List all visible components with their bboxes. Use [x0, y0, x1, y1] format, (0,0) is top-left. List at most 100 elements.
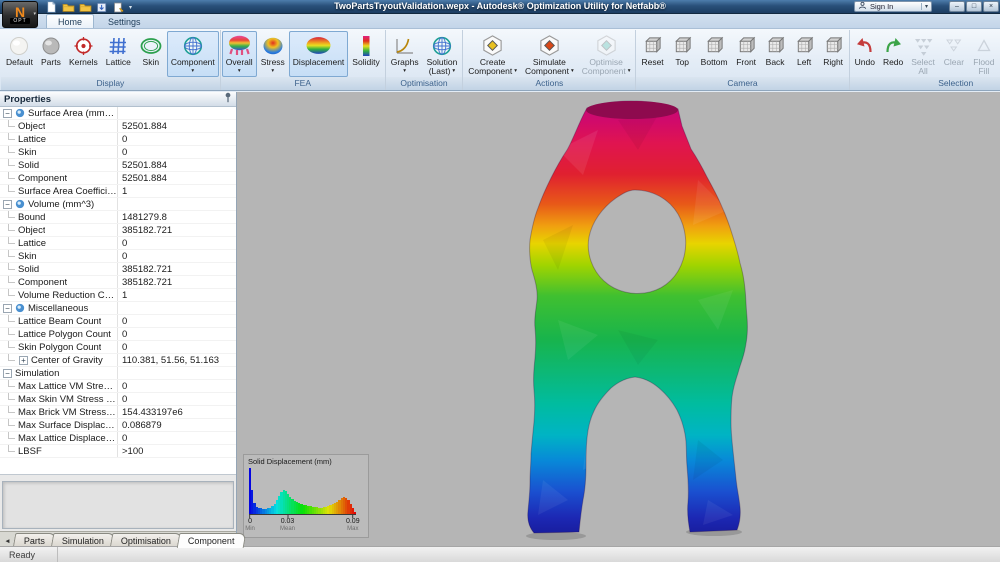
- report-tool-icon[interactable]: [112, 1, 126, 13]
- main-area: Properties − Surface Area (mm^2) Object 525…: [0, 92, 1000, 548]
- lattice-button[interactable]: Lattice: [102, 31, 135, 77]
- property-row-max-lattice-displacement[interactable]: Max Lattice Displacement... 0: [0, 432, 236, 445]
- left-button[interactable]: Left: [790, 31, 819, 77]
- bottom-button[interactable]: Bottom: [697, 31, 732, 77]
- minimize-button[interactable]: –: [949, 1, 965, 12]
- open-folder-2-icon[interactable]: [78, 1, 92, 13]
- dropdown-caret-icon: ▾: [403, 68, 407, 74]
- select-all-button[interactable]: Select All: [907, 31, 939, 77]
- property-row-max-surface-displacemen[interactable]: Max Surface Displacemen... 0.086879: [0, 419, 236, 432]
- properties-panel: Properties − Surface Area (mm^2) Object 525…: [0, 92, 251, 548]
- property-label: Surface Area (mm^2): [28, 107, 117, 119]
- globe-teal-icon: [431, 34, 453, 57]
- property-value: 52501.884: [122, 159, 167, 171]
- ribbon-group-actions: Create Component ▾ Simulate Component ▾ Optimi…: [463, 30, 637, 90]
- property-row-lbsf[interactable]: LBSF >100: [0, 445, 236, 458]
- pin-icon[interactable]: [224, 92, 232, 106]
- property-row-surface-area-mm-2[interactable]: − Surface Area (mm^2): [0, 107, 236, 120]
- create-component-button[interactable]: Create Component ▾: [464, 31, 521, 77]
- parts-button[interactable]: Parts: [37, 31, 65, 77]
- solution-last-button[interactable]: Solution (Last) ▾: [423, 31, 462, 77]
- panel-tab-component[interactable]: Component: [176, 533, 246, 548]
- clear-tri-icon: [943, 34, 965, 57]
- clear-button[interactable]: Clear: [939, 31, 969, 77]
- property-row-simulation[interactable]: − Simulation: [0, 367, 236, 380]
- property-row-max-skin-vm-stress-pa[interactable]: Max Skin VM Stress (Pa) 0: [0, 393, 236, 406]
- graphs-button[interactable]: Graphs ▾: [387, 31, 423, 77]
- property-value: 52501.884: [122, 120, 167, 132]
- property-row-lattice-beam-count[interactable]: Lattice Beam Count 0: [0, 315, 236, 328]
- close-button[interactable]: ×: [983, 1, 999, 12]
- property-row-lattice[interactable]: Lattice 0: [0, 237, 236, 250]
- property-row-max-brick-vm-stress-pa[interactable]: Max Brick VM Stress (Pa) 154.433197e6: [0, 406, 236, 419]
- property-label: Skin: [18, 146, 37, 158]
- property-row-volume-mm-3[interactable]: − Volume (mm^3): [0, 198, 236, 211]
- property-row-object[interactable]: Object 385182.721: [0, 224, 236, 237]
- sign-in-button[interactable]: Sign In ▾: [854, 1, 932, 12]
- top-button[interactable]: Top: [668, 31, 697, 77]
- collapse-icon[interactable]: −: [3, 368, 12, 378]
- properties-panel-header: Properties: [0, 92, 236, 107]
- ribbon-tab-home[interactable]: Home: [46, 14, 95, 28]
- window-controls: – □ ×: [949, 1, 999, 12]
- property-row-bound[interactable]: Bound 1481279.8: [0, 211, 236, 224]
- stress-button[interactable]: Stress ▾: [257, 31, 289, 77]
- collapse-icon[interactable]: −: [3, 199, 12, 209]
- property-row-max-lattice-vm-stress-pa[interactable]: Max Lattice VM Stress (Pa) 0: [0, 380, 236, 393]
- status-bar: Ready: [0, 546, 1000, 562]
- property-row-miscellaneous[interactable]: − Miscellaneous: [0, 302, 236, 315]
- property-row-volume-reduction-coeffic[interactable]: Volume Reduction Coeffic... 1: [0, 289, 236, 302]
- simulate-component-button[interactable]: Simulate Component ▾: [521, 31, 578, 77]
- optimise-component-button[interactable]: Optimise Component ▾: [578, 31, 635, 77]
- property-row-skin[interactable]: Skin 0: [0, 146, 236, 159]
- property-label: Surface Area Coefficient: [18, 185, 117, 197]
- property-row-lattice[interactable]: Lattice 0: [0, 133, 236, 146]
- property-row-center-of-gravity[interactable]: + Center of Gravity 110.381, 51.56, 51.163: [0, 354, 236, 367]
- new-document-icon[interactable]: [44, 1, 58, 13]
- default-button[interactable]: Default: [2, 31, 37, 77]
- right-button[interactable]: Right: [819, 31, 848, 77]
- property-row-surface-area-coefficient[interactable]: Surface Area Coefficient 1: [0, 185, 236, 198]
- sign-in-caret-icon[interactable]: ▾: [920, 3, 928, 10]
- undo-button[interactable]: Undo: [851, 31, 879, 77]
- overall-button[interactable]: Overall ▾: [221, 31, 257, 77]
- save-import-icon[interactable]: [95, 1, 109, 13]
- ribbon-group-optimisation: Graphs ▾ Solution (Last) ▾ Optimisation: [385, 30, 464, 90]
- kernels-button[interactable]: Kernels: [65, 31, 102, 77]
- collapse-icon[interactable]: −: [3, 303, 12, 313]
- tree-connector: [8, 211, 15, 218]
- expand-icon[interactable]: +: [19, 355, 28, 365]
- property-row-component[interactable]: Component 52501.884: [0, 172, 236, 185]
- collapse-icon[interactable]: −: [3, 108, 12, 118]
- viewport-3d[interactable]: Solid Displacement (mm) 0 Min 0.03 Mean 0.09…: [237, 92, 1000, 546]
- property-row-solid[interactable]: Solid 52501.884: [0, 159, 236, 172]
- dropdown-caret-icon: ▾: [191, 68, 195, 74]
- front-button[interactable]: Front: [732, 31, 761, 77]
- back-button[interactable]: Back: [761, 31, 790, 77]
- displacement-button[interactable]: Displacement: [288, 31, 349, 77]
- property-row-component[interactable]: Component 385182.721: [0, 276, 236, 289]
- maximize-button[interactable]: □: [966, 1, 982, 12]
- empty-panel: [2, 481, 234, 529]
- ribbon-tab-settings[interactable]: Settings: [96, 14, 153, 28]
- reset-button[interactable]: Reset: [637, 31, 667, 77]
- property-row-skin[interactable]: Skin 0: [0, 250, 236, 263]
- group-label-camera: Camera: [636, 77, 849, 90]
- qat-overflow-icon[interactable]: ▾: [129, 4, 132, 11]
- property-label: Max Skin VM Stress (Pa): [18, 393, 117, 405]
- redo-button[interactable]: Redo: [879, 31, 907, 77]
- flood-tri-icon: [973, 34, 995, 57]
- bar-rainbow-icon: [360, 34, 372, 57]
- property-label: Max Lattice Displacement...: [18, 432, 117, 444]
- property-row-skin-polygon-count[interactable]: Skin Polygon Count 0: [0, 341, 236, 354]
- group-label-fea: FEA: [220, 77, 385, 90]
- property-row-lattice-polygon-count[interactable]: Lattice Polygon Count 0: [0, 328, 236, 341]
- property-row-solid[interactable]: Solid 385182.721: [0, 263, 236, 276]
- skin-button[interactable]: Skin: [135, 31, 167, 77]
- property-row-object[interactable]: Object 52501.884: [0, 120, 236, 133]
- app-menu-button[interactable]: N OPT ▾: [2, 1, 38, 28]
- component-button[interactable]: Component ▾: [166, 31, 219, 77]
- solidity-button[interactable]: Solidity: [348, 31, 383, 77]
- open-folder-icon[interactable]: [61, 1, 75, 13]
- flood-fill-button[interactable]: Flood Fill: [969, 31, 999, 77]
